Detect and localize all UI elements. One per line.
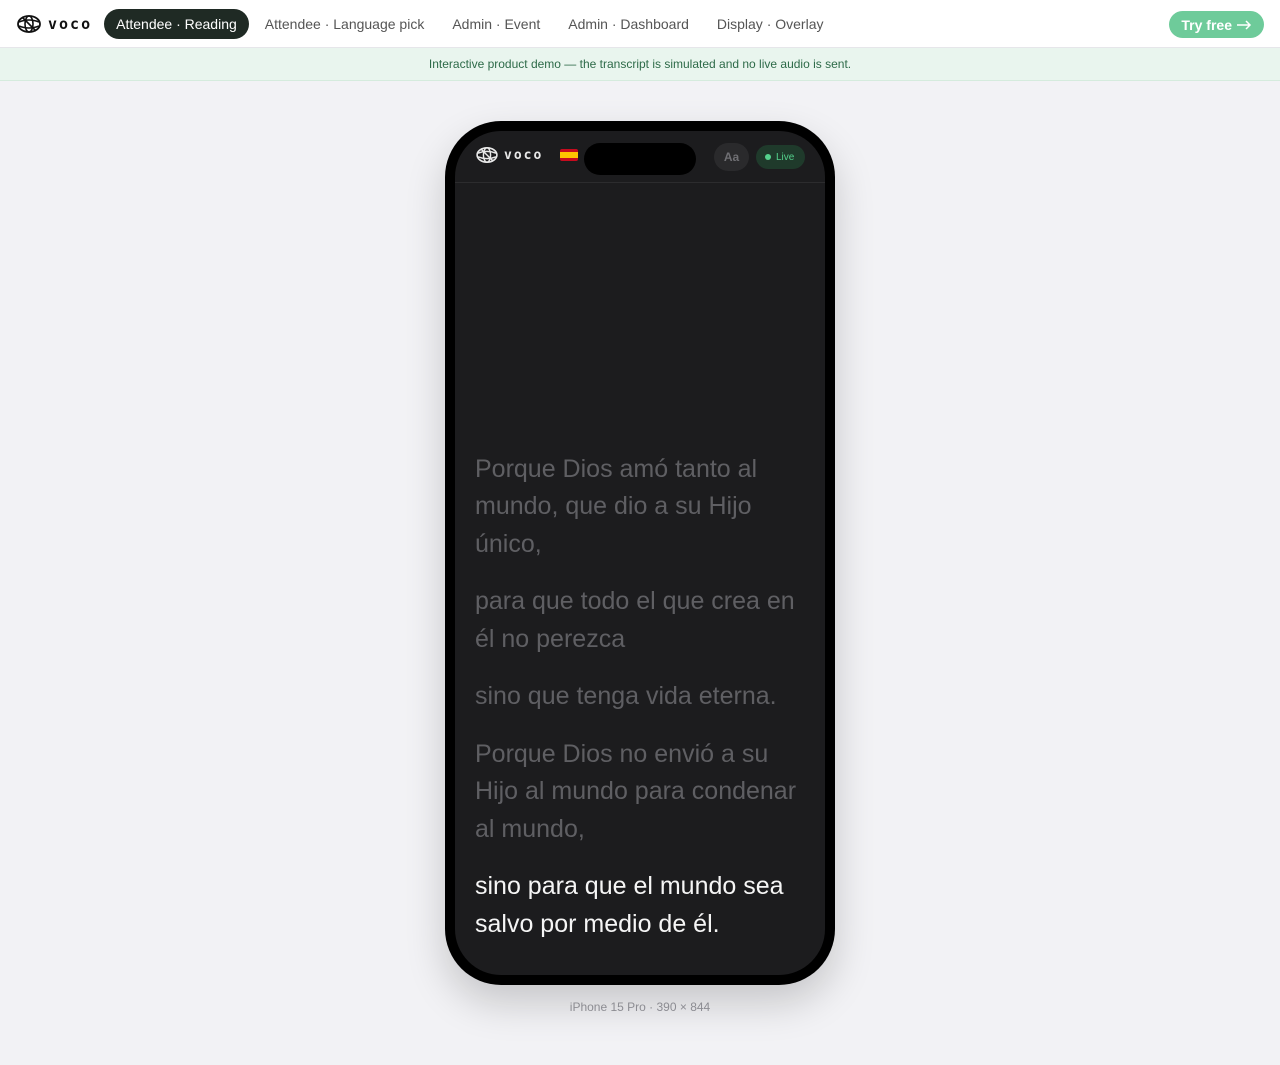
arrow-right-icon: [1237, 19, 1252, 30]
tab-admin-dashboard[interactable]: Admin · Dashboard: [556, 9, 701, 39]
transcript-line: Porque Dios amó tanto al mundo, que dio …: [475, 454, 758, 558]
try-free-button[interactable]: Try free: [1169, 11, 1264, 38]
tab-attendee-language-pick[interactable]: Attendee · Language pick: [253, 9, 437, 39]
app-brand: voco: [475, 146, 543, 164]
globe-logo-icon: [17, 14, 41, 33]
font-size-button[interactable]: Aa: [714, 143, 749, 171]
live-dot-icon: [765, 154, 771, 160]
device-caption: iPhone 15 Pro · 390 × 844: [569, 1000, 711, 1014]
transcript-line: para que todo el que crea en él no perez…: [475, 587, 795, 653]
spain-flag-icon[interactable]: [560, 149, 578, 161]
globe-logo-icon: [476, 146, 498, 164]
tab-attendee-reading[interactable]: Attendee · Reading: [104, 8, 249, 39]
brand-logo[interactable]: voco: [16, 14, 92, 34]
tab-admin-event[interactable]: Admin · Event: [440, 9, 552, 39]
phone-screen: voco Aa Live Porque Dios amó tanto al mu…: [455, 131, 825, 975]
demo-banner: Interactive product demo — the transcrip…: [0, 48, 1280, 81]
transcript-line: sino que tenga vida eterna.: [475, 682, 777, 710]
live-status-badge: Live: [756, 145, 805, 169]
try-free-label: Try free: [1181, 16, 1232, 33]
transcript: Porque Dios amó tanto al mundo, que dio …: [475, 451, 805, 944]
demo-tabs: Attendee · Reading Attendee · Language p…: [104, 8, 836, 39]
dynamic-island: [584, 143, 696, 175]
transcript-line: Porque Dios no envió a su Hijo al mundo …: [475, 739, 797, 843]
tab-display-overlay[interactable]: Display · Overlay: [705, 9, 836, 39]
brand-wordmark: voco: [48, 14, 93, 33]
phone-frame: voco Aa Live Porque Dios amó tanto al mu…: [445, 121, 835, 985]
live-label: Live: [776, 151, 795, 163]
transcript-current-line: sino para que el mundo sea salvo por med…: [475, 872, 784, 938]
top-nav: voco Attendee · Reading Attendee · Langu…: [0, 0, 1280, 48]
app-brand-wordmark: voco: [504, 147, 544, 163]
